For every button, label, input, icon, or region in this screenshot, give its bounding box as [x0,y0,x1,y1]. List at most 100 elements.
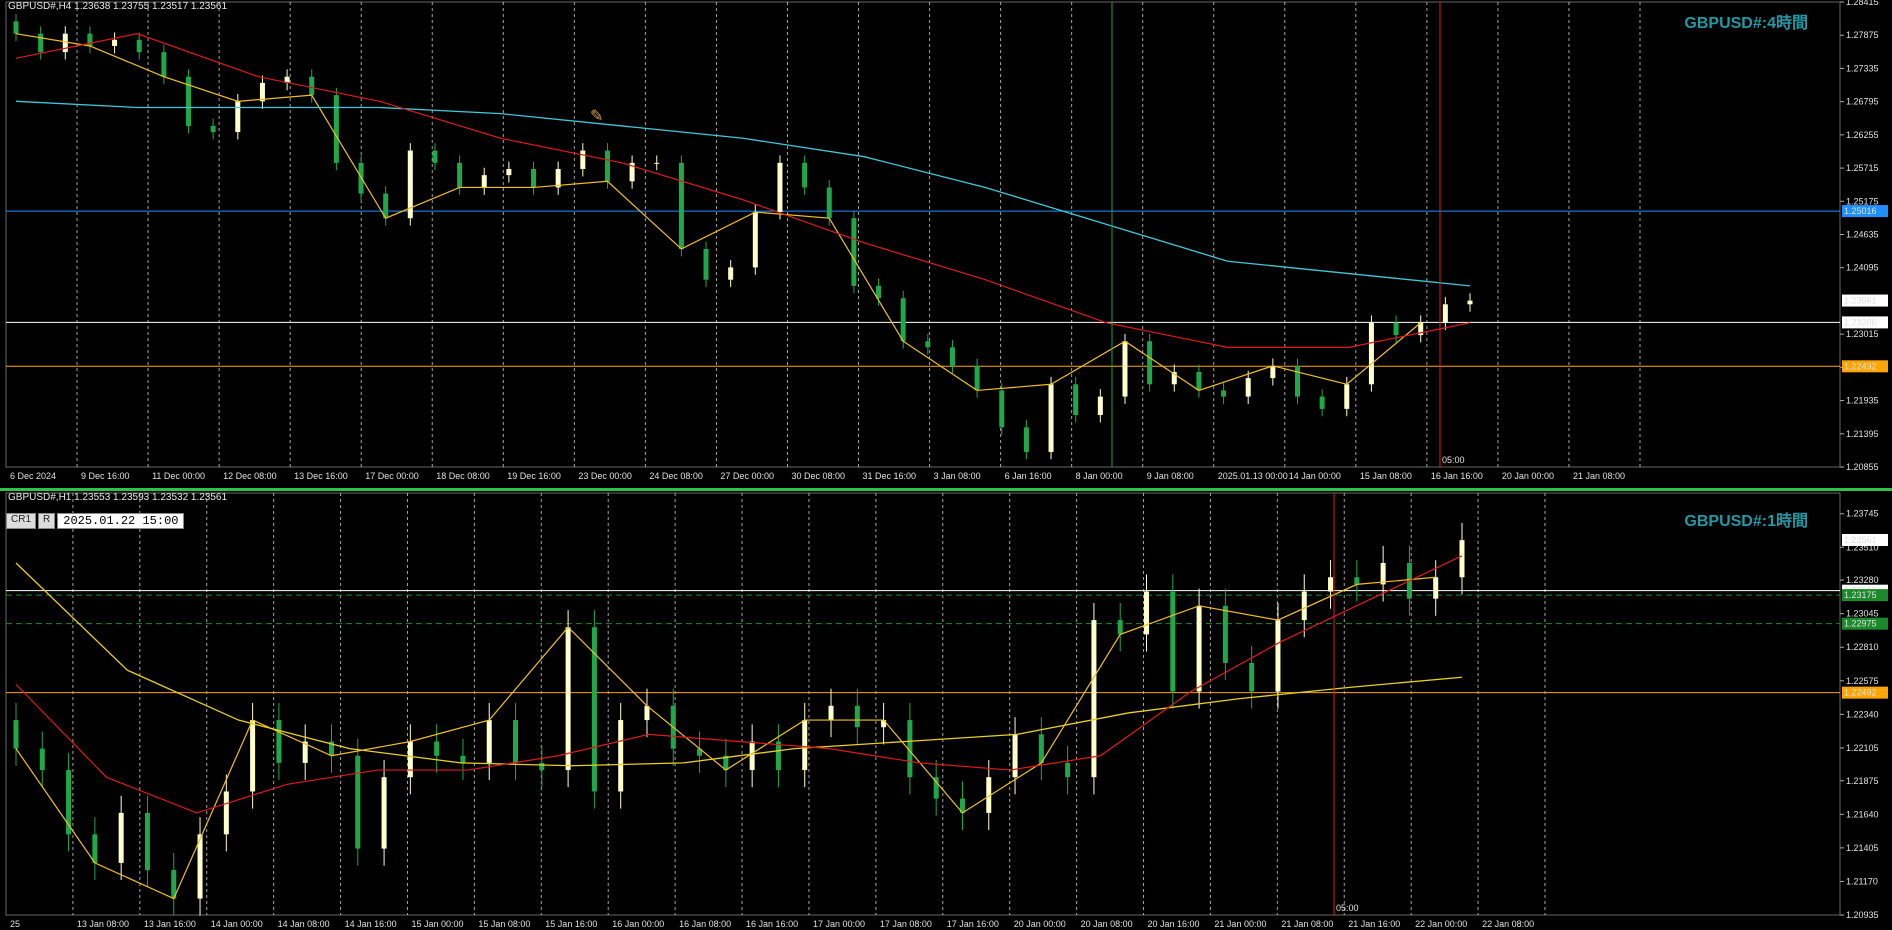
time-axis-label: 16 Jan 08:00 [679,919,731,929]
candle-body [1301,591,1307,621]
candle-body [1196,371,1202,391]
time-axis-label: 18 Dec 08:00 [436,471,490,481]
candle-body [539,762,545,771]
plot-frame [5,1,1841,468]
candle-body [703,248,709,280]
price-axis-label: 1.25175 [1846,196,1879,206]
h4-chart-svg[interactable]: 05:00 1.28415 1.27875 1.27335 1.26795 1.26255… [0,0,1892,485]
h4-symbol-label: GBPUSD#:4時間 [1684,15,1808,32]
time-axis-label: 15 Jan 00:00 [411,919,463,929]
candle-body [1459,540,1465,578]
candle-body [1097,396,1103,416]
candle-body [1393,322,1399,336]
time-axis-label: 20 Jan 00:00 [1502,471,1554,481]
r-button[interactable]: R [38,513,56,529]
price-badge: 1.22492 [1844,361,1877,371]
time-axis-label: 6 Jan 16:00 [1005,471,1052,481]
time-axis-label: 31 Dec 16:00 [863,471,917,481]
time-axis-label: 14 Jan 16:00 [345,919,397,929]
time-axis-label: 21 Jan 08:00 [1573,471,1625,481]
candle-body [1294,365,1300,397]
candle-body [1048,384,1054,452]
candle-body [13,21,19,34]
candle-body [486,720,492,763]
candle-body [513,720,519,763]
candle-body [355,755,361,849]
candle-body [1144,591,1150,635]
time-axis-label: 9 Jan 08:00 [1147,471,1194,481]
time-axis-label: 13 Jan 08:00 [77,919,129,929]
candle-body [161,52,167,77]
price-axis-label: 1.20935 [1846,910,1879,920]
time-axis-label: 25 [10,919,20,929]
candle-body [900,298,906,342]
candle-body [118,812,124,863]
candle-body [235,101,241,133]
candle-body [223,791,229,835]
candle-body [881,720,887,728]
candle-body [457,162,463,188]
candle-body [777,162,783,213]
h1-chart-svg[interactable]: 05:001.237451.235101.232801.230451.22810… [0,491,1892,930]
price-axis-label: 1.21935 [1846,396,1879,406]
candle-body [460,755,466,763]
candle-body [678,162,684,249]
candle-body [481,175,487,188]
h4-chart-pane[interactable]: 05:00 1.28415 1.27875 1.27335 1.26795 1.26255… [0,0,1892,485]
h1-symbol-label: GBPUSD#:1時間 [1684,513,1808,530]
price-axis-label: 1.23280 [1846,575,1879,585]
candle-body [925,341,931,348]
candle-body [999,390,1005,428]
candle-body [1249,662,1255,692]
candle-body [1065,762,1071,778]
price-badge: 1.23175 [1844,590,1877,600]
time-axis-label: 21 Jan 00:00 [1214,919,1266,929]
price-axis-label: 1.27875 [1846,30,1879,40]
time-axis-label: 17 Jan 16:00 [947,919,999,929]
h4-chart-header: GBPUSD#,H4 1.23638 1.23755 1.23517 1.235… [8,1,228,12]
candle-body [434,741,440,756]
time-axis-label: 14 Jan 08:00 [278,919,330,929]
pencil-icon[interactable]: ✎ [590,106,603,126]
fast-moving-average [15,555,1463,814]
time-axis-label: 13 Jan 16:00 [144,919,196,929]
candle-body [1380,562,1386,585]
candle-body [752,212,758,268]
time-axis-label: 20 Jan 00:00 [1014,919,1066,929]
time-axis-label: 3 Jan 08:00 [934,471,981,481]
candle-body [802,720,808,771]
candle-body [1170,591,1176,692]
candle-body [62,33,68,53]
candle-body [604,150,610,182]
time-axis-label: 15 Jan 16:00 [545,919,597,929]
price-axis-label: 1.24635 [1846,230,1879,240]
price-axis-label: 1.26255 [1846,130,1879,140]
candle-body [144,812,150,871]
candle-body [39,748,45,771]
price-badge: 1.22492 [1844,688,1877,698]
zigzag-line [15,33,1422,392]
candle-body [1467,300,1473,305]
candle-body [1122,341,1128,397]
time-axis-label: 22 Jan 08:00 [1482,919,1534,929]
candle-body [407,741,413,778]
candle-body [92,834,98,863]
time-axis-label: 14 Jan 00:00 [211,919,263,929]
candle-body [1091,620,1097,778]
time-axis-label: 8 Jan 00:00 [1076,471,1123,481]
candle-body [1275,620,1281,692]
price-axis-label: 1.22810 [1846,642,1879,652]
candle-body [38,33,44,53]
time-axis-label: 19 Dec 16:00 [507,471,561,481]
datetime-box[interactable]: 2025.01.22 15:00 [57,513,185,529]
candle-body [432,150,438,163]
candle-body [1319,396,1325,409]
candle-body [618,720,624,792]
cr1-button[interactable]: CR1 [6,513,37,529]
h1-chart-pane[interactable]: 05:00 1.23745 1.23510 1.23280 1.23045 1.22810… [0,488,1892,930]
zigzag-line [15,576,1436,900]
time-axis-label: 21 Jan 08:00 [1281,919,1333,929]
slow-moving-average [15,562,1463,767]
candle-body [826,187,832,219]
time-marker-label: 05:00 [1336,903,1359,913]
